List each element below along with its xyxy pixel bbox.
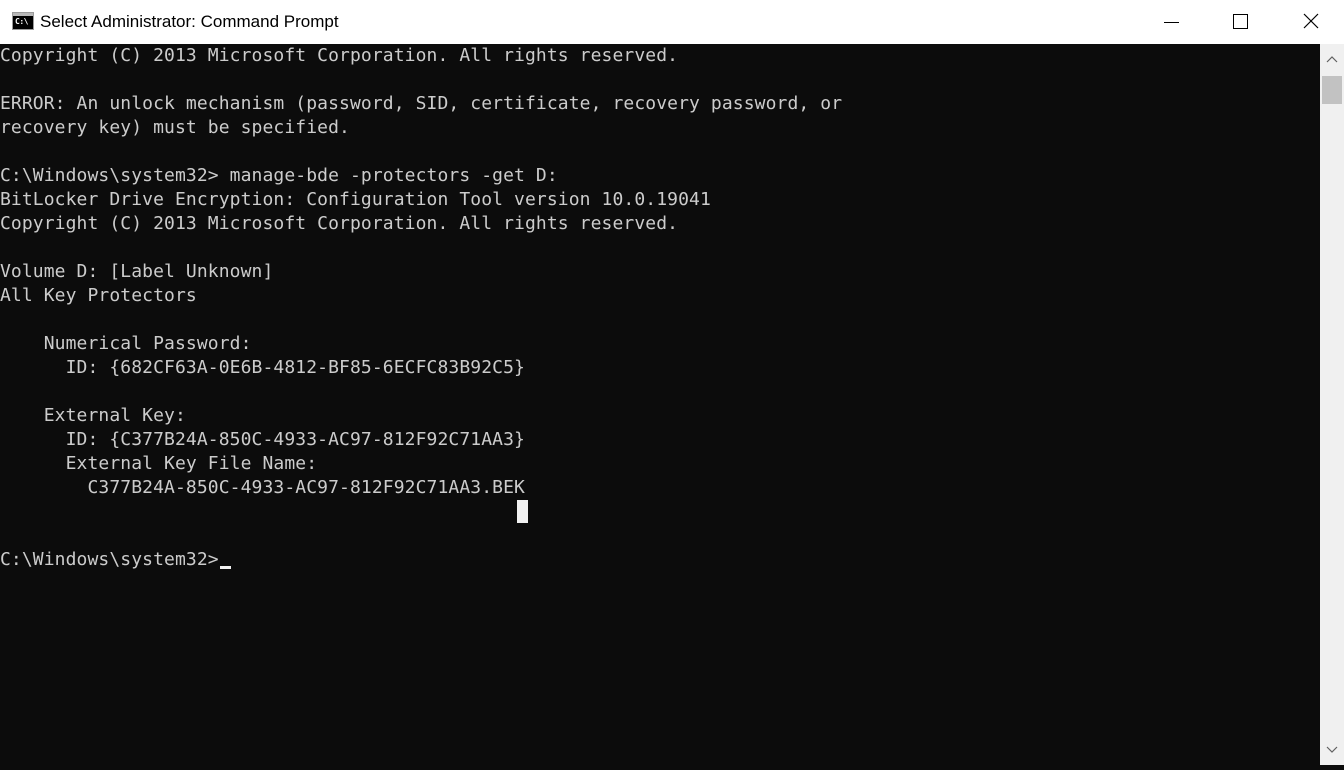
title-bar[interactable]: C:\ Select Administrator: Command Prompt <box>0 0 1344 44</box>
console-line: BitLocker Drive Encryption: Configuratio… <box>0 189 711 210</box>
console-line: C377B24A-850C-4933-AC97-812F92C71AA3.BEK <box>0 477 525 498</box>
icon-glyph-text: C:\ <box>15 17 28 26</box>
maximize-icon <box>1233 14 1248 29</box>
console-line: Numerical Password: <box>0 333 252 354</box>
minimize-icon <box>1164 22 1179 23</box>
icon-top-bar <box>13 13 33 16</box>
console-line: ERROR: An unlock mechanism (password, SI… <box>0 93 843 114</box>
console-line: ID: {682CF63A-0E6B-4812-BF85-6ECFC83B92C… <box>0 357 525 378</box>
chevron-down-icon <box>1326 746 1338 753</box>
selection-block-cursor <box>517 500 528 523</box>
console-output[interactable]: Copyright (C) 2013 Microsoft Corporation… <box>0 44 1320 765</box>
console-line: C:\Windows\system32> manage-bde -protect… <box>0 165 558 186</box>
scroll-up-button[interactable] <box>1320 44 1344 74</box>
command-prompt-window: C:\ Select Administrator: Command Prompt… <box>0 0 1344 765</box>
console-line: ID: {C377B24A-850C-4933-AC97-812F92C71AA… <box>0 429 525 450</box>
console-line: Copyright (C) 2013 Microsoft Corporation… <box>0 213 679 234</box>
console-line: recovery key) must be specified. <box>0 117 350 138</box>
text-cursor <box>220 566 231 569</box>
chevron-up-icon <box>1326 56 1338 63</box>
console-line: Volume D: [Label Unknown] <box>0 261 274 282</box>
console-line: External Key: <box>0 405 186 426</box>
console-line: External Key File Name: <box>0 453 318 474</box>
minimize-button[interactable] <box>1136 0 1206 44</box>
console-line: All Key Protectors <box>0 285 197 306</box>
window-title: Select Administrator: Command Prompt <box>40 12 339 31</box>
scroll-thumb[interactable] <box>1322 76 1342 104</box>
close-button[interactable] <box>1276 0 1344 44</box>
console-line: Copyright (C) 2013 Microsoft Corporation… <box>0 45 679 66</box>
command-prompt-icon[interactable]: C:\ <box>12 12 34 30</box>
console-prompt-line[interactable]: C:\Windows\system32> <box>0 548 219 572</box>
maximize-button[interactable] <box>1206 0 1276 44</box>
vertical-scrollbar[interactable] <box>1320 44 1344 765</box>
close-icon <box>1303 13 1319 29</box>
scroll-down-button[interactable] <box>1320 735 1344 765</box>
